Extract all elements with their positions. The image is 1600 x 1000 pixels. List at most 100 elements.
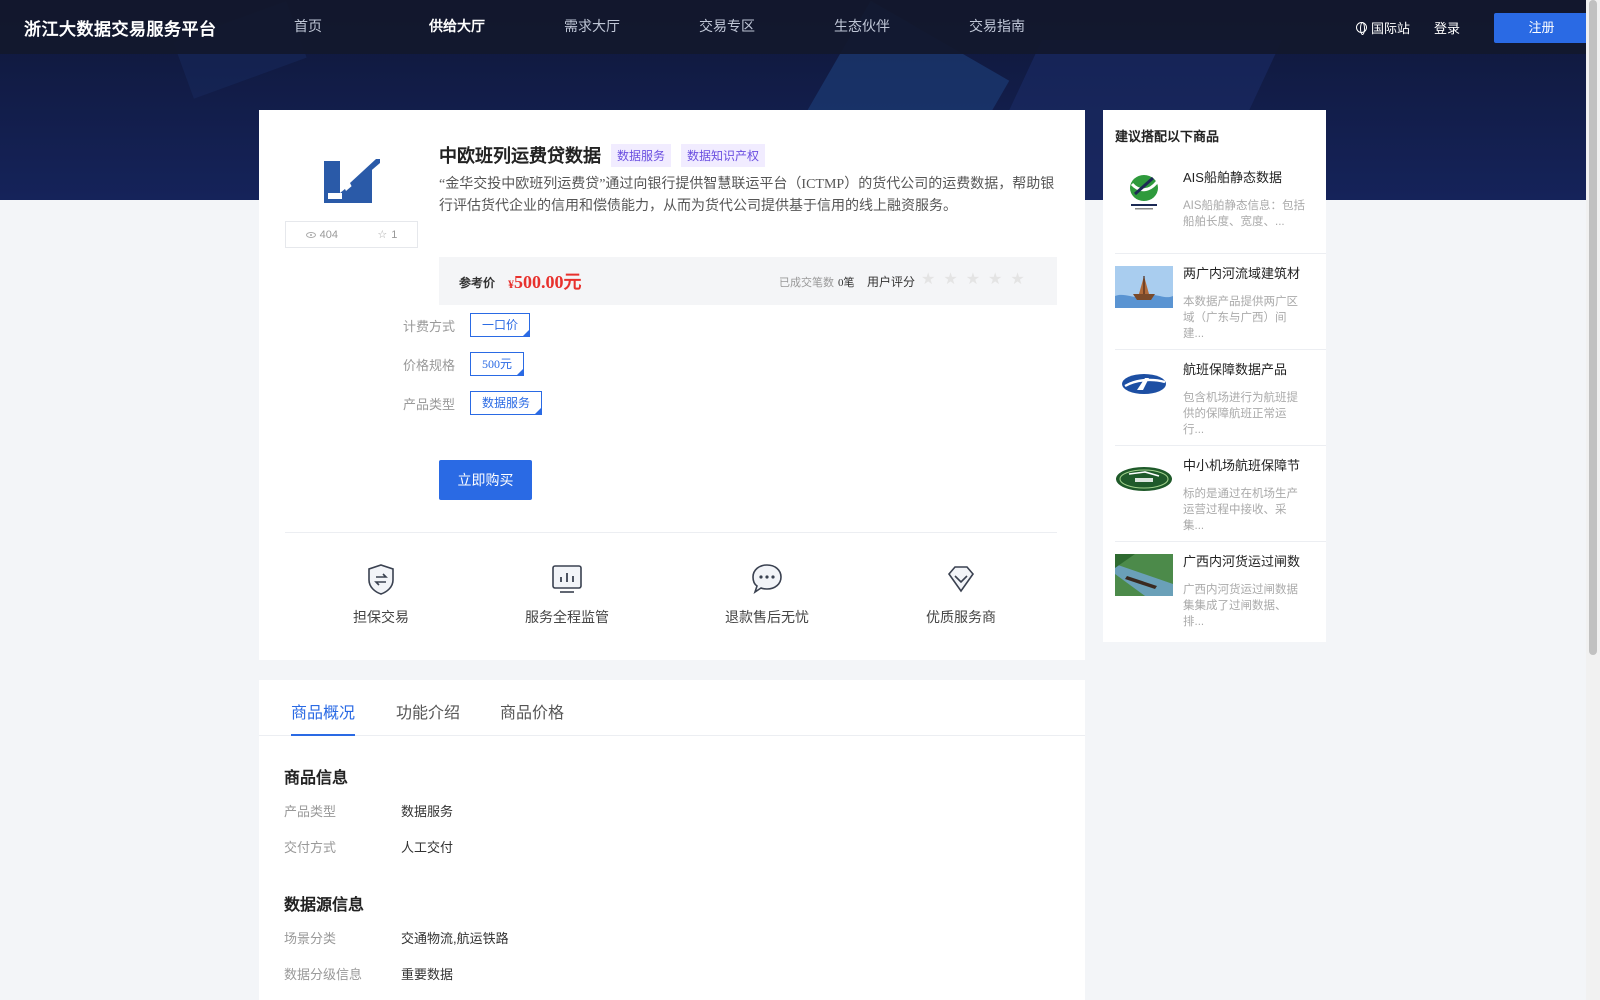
- info-key: 场景分类: [284, 931, 337, 946]
- product-tag: 数据服务: [611, 143, 672, 167]
- star-icon: ★: [965, 271, 981, 288]
- ais-logo: [1115, 170, 1173, 212]
- spec-label: 计费方式: [403, 318, 456, 334]
- page-scrollbar[interactable]: [1586, 0, 1600, 1000]
- tab-features[interactable]: 功能介绍: [396, 699, 460, 723]
- rating-stars: ★ ★ ★ ★ ★: [921, 269, 1025, 289]
- uamc-logo: [1115, 458, 1173, 500]
- product-stats: 404 ☆ 1: [285, 221, 418, 248]
- shield-exchange-icon: [368, 564, 394, 595]
- rating-label: 用户评分: [867, 275, 916, 289]
- nav-item-trade-zone[interactable]: 交易专区: [699, 0, 834, 54]
- product-description: “金华交投中欧班列运费贷”通过向银行提供智慧联运平台（ICTMP）的货代公司的运…: [439, 177, 1055, 214]
- view-count-value: 404: [319, 228, 339, 241]
- recommend-item-desc: 广西内河货运过闸数据集集成了过闸数据、排...: [1183, 584, 1298, 628]
- brand-logo-icon: [324, 159, 380, 203]
- product-info-row: 交付方式 人工交付: [284, 837, 453, 856]
- product-card: 404 ☆ 1 中欧班列运费贷数据 数据服务 数据知识产权 “金华交投中欧班列运…: [259, 110, 1085, 660]
- main-nav: 首页 供给大厅 需求大厅 交易专区 生态伙伴 交易指南: [294, 0, 1104, 54]
- info-key: 数据分级信息: [284, 967, 363, 982]
- price-option-button[interactable]: 500元: [470, 352, 525, 376]
- nav-item-guide[interactable]: 交易指南: [969, 0, 1104, 54]
- product-title: 中欧班列运费贷数据: [439, 146, 601, 166]
- international-site-link[interactable]: 国际站: [1356, 18, 1410, 37]
- source-info-row: 数据分级信息 重要数据: [284, 964, 453, 983]
- price-value: ¥500.00元: [508, 268, 582, 294]
- product-logo: [285, 130, 415, 230]
- tab-pricing[interactable]: 商品价格: [500, 699, 564, 723]
- star-icon: ★: [988, 271, 1003, 288]
- billing-option-button[interactable]: 一口价: [470, 313, 531, 337]
- ship-photo: [1115, 266, 1173, 308]
- spec-label: 价格规格: [403, 357, 456, 373]
- source-info-row: 场景分类 交通物流,航运铁路: [284, 928, 509, 947]
- spec-label: 产品类型: [403, 396, 456, 412]
- product-detail-panel: 商品概况 功能介绍 商品价格 商品信息 产品类型 数据服务 交付方式 人工交付 …: [259, 680, 1085, 1000]
- product-info-title: 商品信息: [284, 770, 349, 787]
- scrollbar-thumb[interactable]: [1589, 0, 1597, 655]
- recommend-item[interactable]: AIS船舶静态数据 AIS船舶静态信息：包括船舶长度、宽度、...: [1115, 160, 1326, 254]
- deal-count-value: 0笔: [838, 277, 855, 289]
- chat-bubble-icon: [752, 564, 782, 594]
- star-icon: ★: [921, 271, 936, 288]
- deal-count: 已成交笔数 0笔: [779, 274, 855, 290]
- favorite-count[interactable]: ☆ 1: [377, 228, 398, 242]
- register-button[interactable]: 注册: [1494, 13, 1589, 43]
- detail-tabs: 商品概况 功能介绍 商品价格: [259, 680, 1085, 736]
- recommend-item[interactable]: 航班保障数据产品 包含机场进行为航班提供的保障航班正常运行...: [1115, 352, 1326, 446]
- nav-item-home[interactable]: 首页: [294, 0, 429, 54]
- recommend-item-desc: 本数据产品提供两广区域（广东与广西）间建...: [1183, 296, 1298, 340]
- feature-refund-guarantee: 退款售后无忧: [697, 562, 837, 627]
- info-value: 交通物流,航运铁路: [401, 931, 509, 946]
- product-title-row: 中欧班列运费贷数据 数据服务 数据知识产权: [439, 142, 766, 168]
- feature-service-monitoring: 服务全程监管: [497, 562, 637, 627]
- feature-label: 退款售后无忧: [725, 609, 809, 625]
- recommend-title: 建议搭配以下商品: [1115, 129, 1220, 144]
- product-tag: 数据知识产权: [681, 143, 766, 167]
- login-link[interactable]: 登录: [1434, 18, 1460, 37]
- info-key: 产品类型: [284, 804, 337, 819]
- price-bar: 参考价 ¥500.00元 已成交笔数 0笔 用户评分 ★ ★ ★ ★ ★: [439, 257, 1057, 305]
- feature-label: 服务全程监管: [525, 609, 609, 625]
- tab-overview[interactable]: 商品概况: [291, 699, 355, 723]
- eye-icon: [305, 231, 316, 238]
- star-outline-icon: ☆: [377, 229, 388, 241]
- recommend-panel: 建议搭配以下商品 AIS船舶静态数据 AIS船舶静态信息：包括船舶长度、宽度、.…: [1103, 110, 1326, 642]
- top-navbar: 浙江大数据交易服务平台 首页 供给大厅 需求大厅 交易专区 生态伙伴 交易指南 …: [0, 0, 1589, 54]
- product-info-row: 产品类型 数据服务: [284, 801, 453, 820]
- feature-quality-provider: 优质服务商: [891, 562, 1031, 627]
- international-site-label: 国际站: [1371, 21, 1411, 36]
- info-value: 重要数据: [401, 967, 454, 982]
- monitor-chart-icon: [552, 565, 582, 593]
- favorite-count-value: 1: [391, 228, 398, 241]
- recommend-item-desc: 包含机场进行为航班提供的保障航班正常运行...: [1183, 392, 1298, 436]
- nav-item-partners[interactable]: 生态伙伴: [834, 0, 969, 54]
- diamond-icon: [947, 566, 975, 593]
- star-icon: ★: [1010, 271, 1025, 288]
- nav-item-supply-hall[interactable]: 供给大厅: [429, 0, 564, 54]
- feature-label: 优质服务商: [926, 609, 996, 625]
- spec-type: 产品类型 数据服务: [403, 391, 543, 415]
- spec-price: 价格规格 500元: [403, 352, 525, 376]
- price-label: 参考价: [459, 276, 496, 290]
- type-option-button[interactable]: 数据服务: [470, 391, 543, 415]
- river-photo: [1115, 554, 1173, 596]
- nav-item-demand-hall[interactable]: 需求大厅: [564, 0, 699, 54]
- site-logo[interactable]: 浙江大数据交易服务平台: [24, 15, 217, 40]
- airline-logo: [1115, 362, 1173, 404]
- source-info-title: 数据源信息: [284, 897, 365, 914]
- feature-label: 担保交易: [353, 609, 409, 625]
- info-value: 数据服务: [401, 804, 454, 819]
- spec-billing: 计费方式 一口价: [403, 313, 531, 337]
- recommend-item[interactable]: 两广内河流域建筑材 本数据产品提供两广区域（广东与广西）间建...: [1115, 256, 1326, 350]
- recommend-item[interactable]: 中小机场航班保障节 标的是通过在机场生产运营过程中接收、采集...: [1115, 448, 1326, 542]
- info-value: 人工交付: [401, 840, 454, 855]
- deal-count-label: 已成交笔数: [779, 277, 834, 289]
- recommend-item[interactable]: 广西内河货运过闸数 广西内河货运过闸数据集集成了过闸数据、排...: [1115, 544, 1326, 638]
- buy-now-button[interactable]: 立即购买: [439, 460, 532, 500]
- recommend-item-desc: AIS船舶静态信息：包括船舶长度、宽度、...: [1183, 200, 1306, 228]
- feature-guaranteed-trade: 担保交易: [311, 562, 451, 627]
- star-icon: ★: [943, 271, 958, 288]
- view-count: 404: [305, 228, 339, 241]
- globe-icon: [1356, 22, 1367, 35]
